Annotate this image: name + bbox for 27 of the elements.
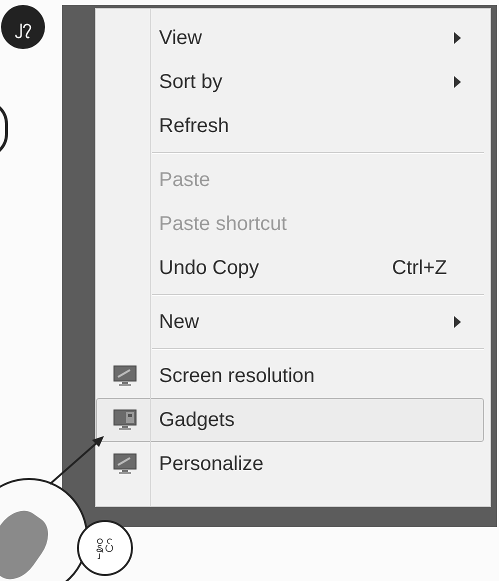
menu-item[interactable]: View [96,16,484,60]
step-number-badge: ၂၇ [1,5,45,49]
menu-item[interactable]: Personalize [96,442,484,486]
menu-item-label: Paste shortcut [159,212,287,237]
menu-item-label: Refresh [159,114,230,139]
menu-item-label: Gadgets [159,408,235,433]
menu-item-label: Sort by [159,70,222,95]
menu-item-label: Personalize [159,452,264,477]
menu-item-label: View [159,26,202,51]
menu-item-label: Paste [159,168,210,193]
menu-item[interactable]: Refresh [96,104,484,148]
shortcut-text: Ctrl+Z [392,256,447,281]
submenu-arrow-icon [454,316,461,328]
menu-item[interactable]: Undo Copy Ctrl+Z [96,246,484,290]
menu-item[interactable]: Screen resolution [96,354,484,398]
gadgets-icon [112,408,138,432]
monitor-icon [112,364,138,388]
menu-item-label: Screen resolution [159,364,315,389]
menu-item-label: New [159,310,200,335]
menu-item[interactable]: Sort by [96,60,484,104]
monitor-icon [112,452,138,476]
submenu-arrow-icon [454,32,461,44]
click-annotation: နှိပ် [77,520,133,576]
menu-item[interactable]: New [96,300,484,344]
submenu-arrow-icon [454,76,461,88]
menu-item[interactable]: Gadgets [96,398,484,442]
menu-item-label: Undo Copy [159,256,260,281]
